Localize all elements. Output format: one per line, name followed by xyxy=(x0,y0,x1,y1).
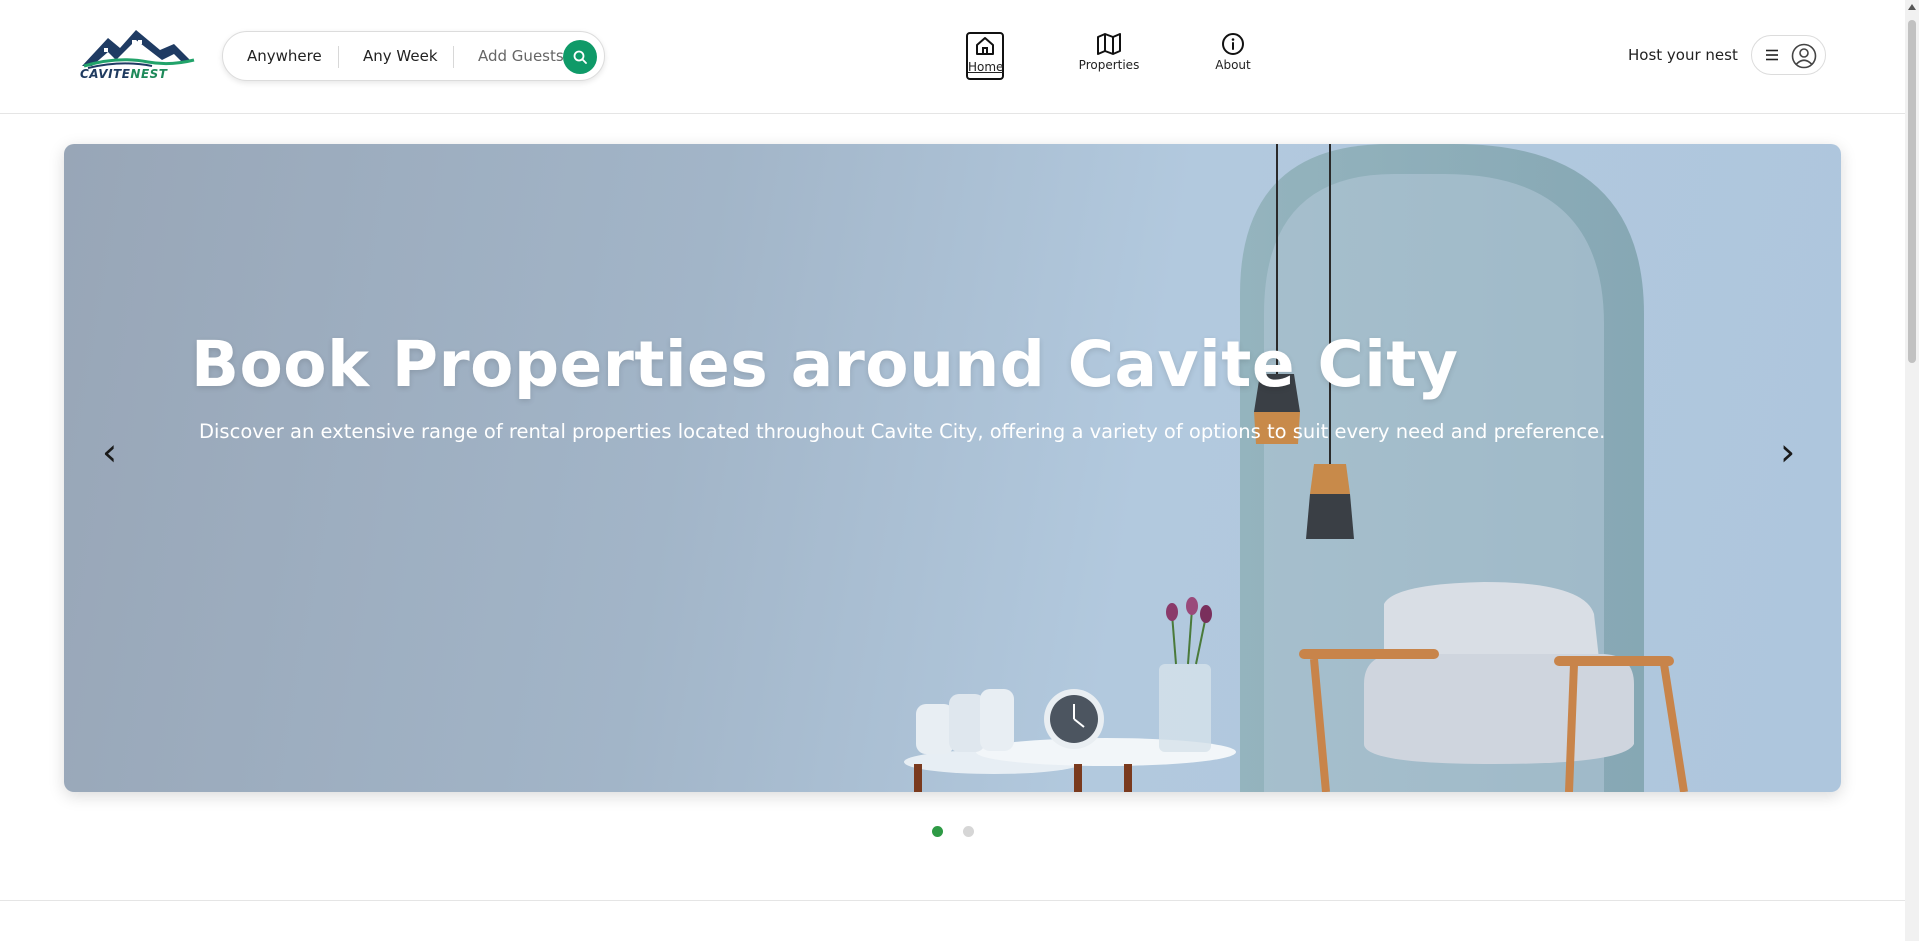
location-filter[interactable]: Anywhere xyxy=(247,47,322,65)
logo-house-graphic xyxy=(82,30,195,69)
scroll-up-arrow-icon[interactable] xyxy=(1908,4,1916,10)
search-divider xyxy=(338,46,339,68)
carousel-dot-2[interactable] xyxy=(963,826,974,837)
search-divider xyxy=(453,46,454,68)
home-icon xyxy=(976,37,994,55)
search-button[interactable] xyxy=(563,40,597,74)
top-navbar: CAVITENEST Anywhere Any Week Add Guests … xyxy=(0,0,1905,114)
host-your-nest-link[interactable]: Host your nest xyxy=(1628,46,1738,64)
carousel-next-arrow-icon[interactable]: › xyxy=(1780,433,1795,471)
nav-tab-about[interactable]: About xyxy=(1212,32,1254,80)
carousel-prev-arrow-icon[interactable]: ‹ xyxy=(102,433,117,471)
nav-tab-label: About xyxy=(1215,58,1251,72)
scroll-thumb[interactable] xyxy=(1908,20,1916,363)
hero-subtitle: Discover an extensive range of rental pr… xyxy=(199,420,1606,443)
search-bar[interactable]: Anywhere Any Week Add Guests xyxy=(222,31,605,81)
logo-wordmark: CAVITENEST xyxy=(80,67,168,81)
hero-carousel: Book Properties around Cavite City Disco… xyxy=(64,144,1841,792)
carousel-dot-1[interactable] xyxy=(932,826,943,837)
section-divider xyxy=(0,900,1905,901)
guests-filter[interactable]: Add Guests xyxy=(478,47,564,65)
hero-title: Book Properties around Cavite City xyxy=(191,328,1459,401)
page-scrollbar[interactable] xyxy=(1905,0,1919,941)
nav-tab-label: Properties xyxy=(1078,58,1140,72)
nav-tab-properties[interactable]: Properties xyxy=(1078,32,1140,80)
user-avatar-icon xyxy=(1791,43,1817,69)
search-icon xyxy=(573,50,587,64)
nav-tab-label: Home xyxy=(968,60,1004,74)
map-icon xyxy=(1097,33,1121,55)
cavitenest-logo[interactable]: CAVITENEST xyxy=(78,26,196,84)
nav-tab-home[interactable]: Home xyxy=(966,32,1004,80)
user-menu-button[interactable] xyxy=(1751,35,1826,75)
dates-filter[interactable]: Any Week xyxy=(363,47,438,65)
hero-background-image xyxy=(904,144,1688,792)
info-icon xyxy=(1222,33,1244,55)
hamburger-menu-icon xyxy=(1766,49,1778,61)
